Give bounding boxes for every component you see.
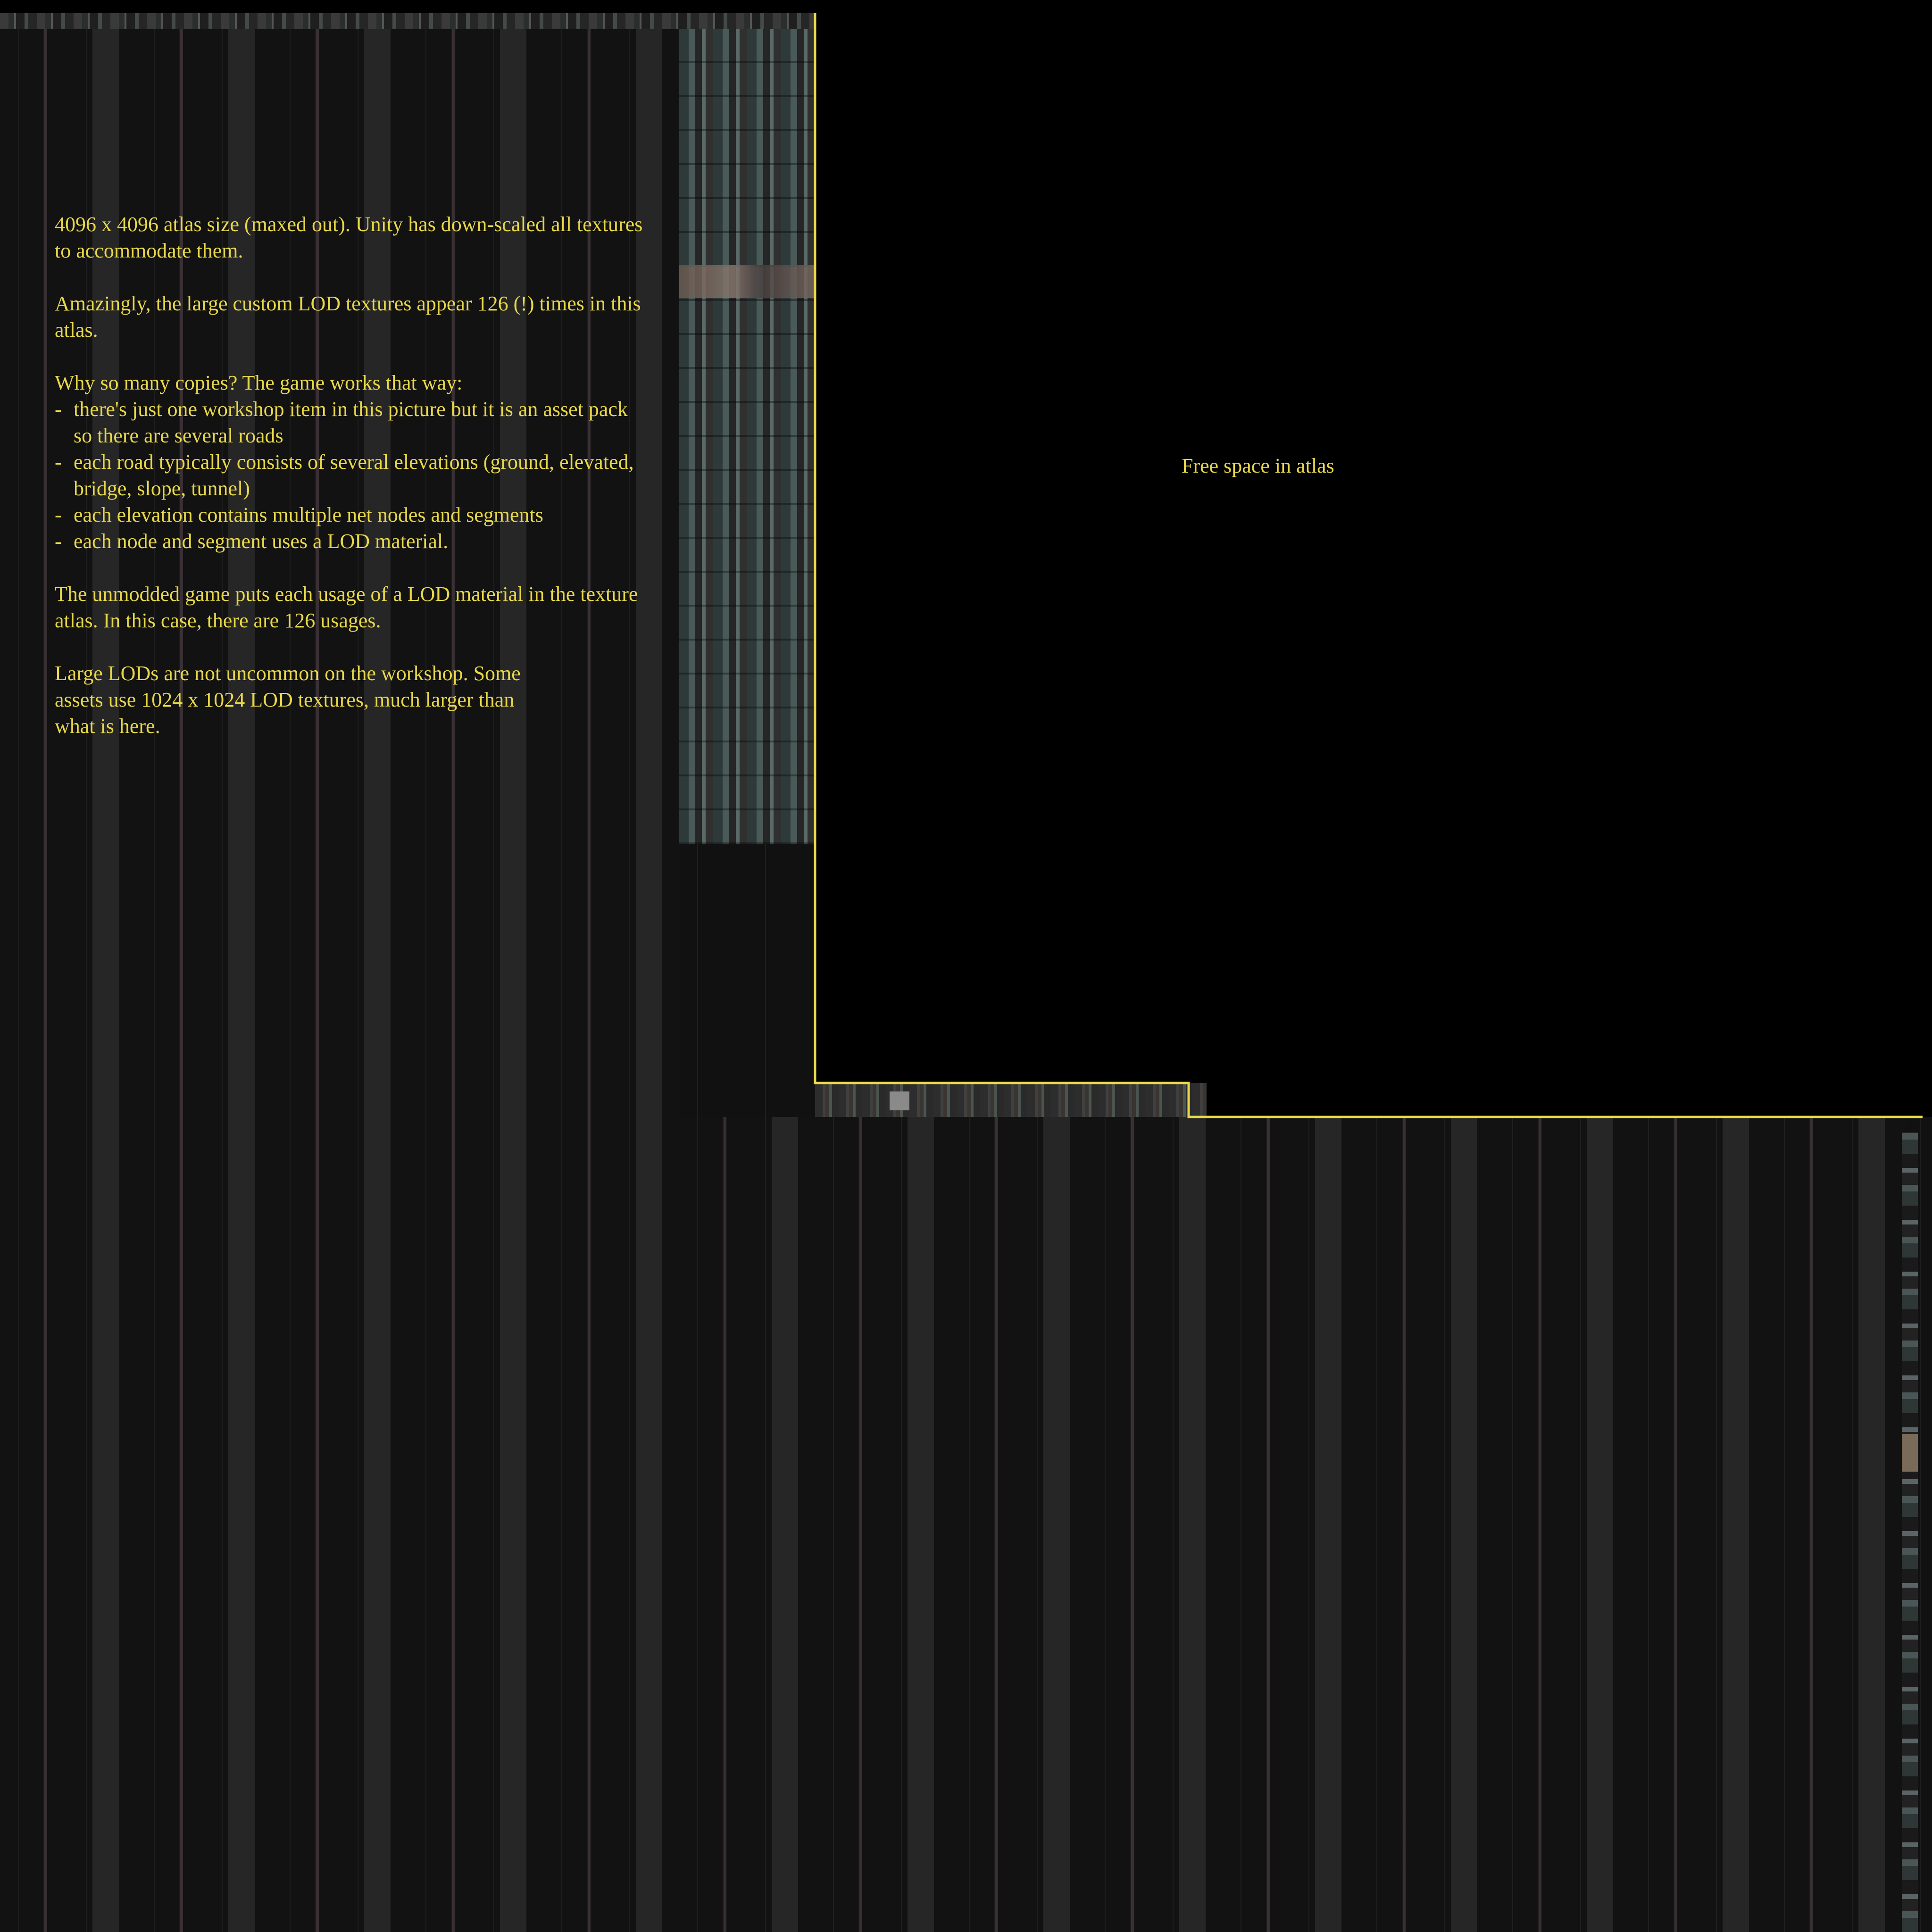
note-why-heading: Why so many copies? The game works that … (55, 371, 463, 394)
reason-text: each road typically consists of several … (74, 450, 634, 500)
reason-bullet: - (55, 530, 62, 553)
lod-texture-copies-bottom-accent (679, 1117, 1906, 1932)
reasons-list: - there's just one workshop item in this … (55, 396, 649, 555)
note-intro: 4096 x 4096 atlas size (maxed out). Unit… (55, 213, 643, 262)
note-copies: Amazingly, the large custom LOD textures… (55, 292, 641, 341)
reason-text: there's just one workshop item in this p… (74, 398, 628, 447)
reason-bullet: - (55, 450, 62, 474)
reason-item: - there's just one workshop item in this … (55, 396, 649, 449)
note-large-lods: Large LODs are not uncommon on the works… (55, 662, 521, 738)
reason-item: - each node and segment uses a LOD materi… (55, 528, 649, 555)
small-texture-column (679, 29, 815, 844)
small-texture-column-right (1902, 1132, 1918, 1932)
reason-bullet: - (55, 398, 62, 421)
reason-text: each node and segment uses a LOD materia… (74, 530, 449, 553)
free-space-label: Free space in atlas (1182, 454, 1334, 477)
free-space-region (815, 0, 1932, 1083)
reason-bullet: - (55, 503, 62, 526)
reason-item: - each road typically consists of several… (55, 449, 649, 502)
brown-texture-block (1902, 1434, 1918, 1472)
small-texture-strip-top (0, 13, 815, 29)
reason-text: each elevation contains multiple net nod… (74, 503, 543, 526)
note-unmodded: The unmodded game puts each usage of a L… (55, 583, 638, 632)
small-texture-strip-bottom (815, 1083, 1207, 1117)
light-texture-block (890, 1091, 909, 1110)
annotation-notes: 4096 x 4096 atlas size (maxed out). Unit… (55, 211, 649, 766)
free-space-region-notch (1189, 1083, 1932, 1117)
reason-item: - each elevation contains multiple net no… (55, 502, 649, 528)
texture-atlas: 4096 x 4096 atlas size (maxed out). Unit… (0, 0, 1932, 1932)
